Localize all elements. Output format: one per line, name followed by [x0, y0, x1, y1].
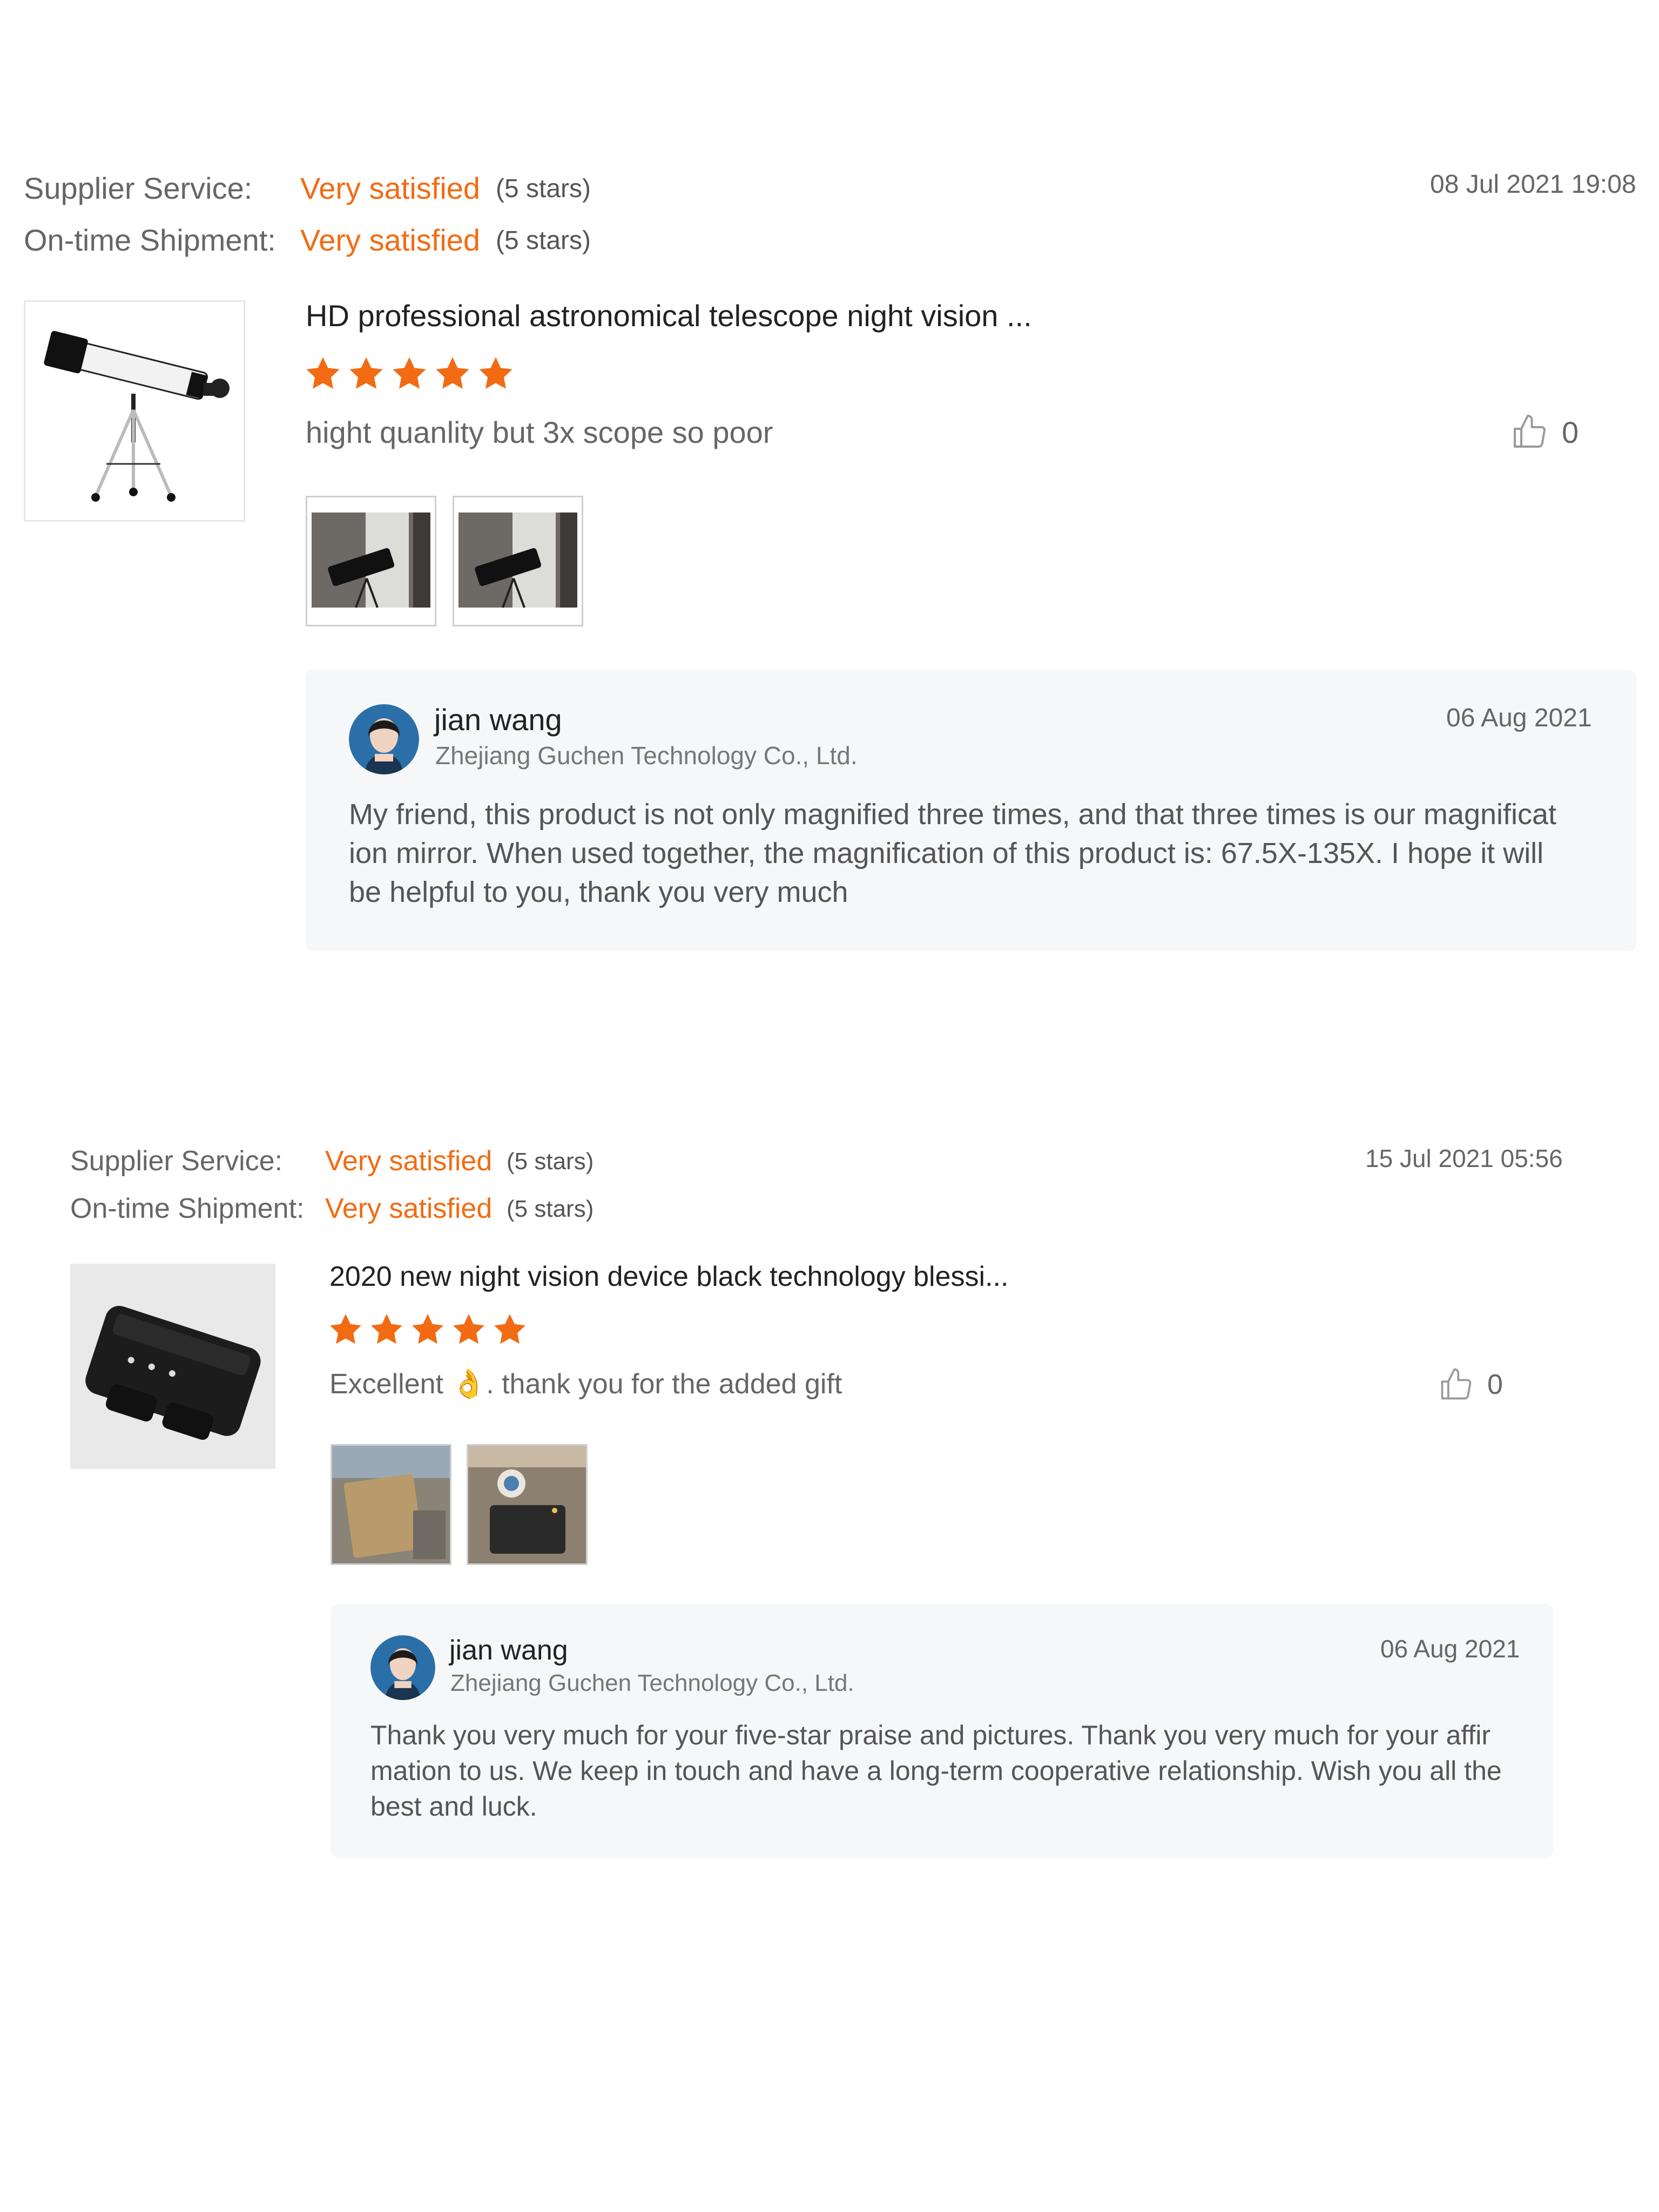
review-photo[interactable]: [331, 1444, 451, 1565]
seller-reply: jian wang Zhejiang Guchen Technology Co.…: [331, 1604, 1553, 1858]
product-image-telescope[interactable]: [24, 300, 245, 522]
review-photo[interactable]: [306, 496, 436, 626]
product-title[interactable]: HD professional astronomical telescope n…: [306, 298, 1032, 333]
reply-company: Zhejiang Guchen Technology Co., Ltd.: [435, 741, 858, 770]
photo-device-box: [468, 1446, 586, 1563]
star-icon: [349, 357, 383, 389]
telescope-illustration: [25, 302, 244, 520]
star-icon: [436, 357, 469, 389]
avatar: [349, 704, 419, 774]
reply-author-name: jian wang: [449, 1635, 568, 1666]
supplier-service-label: Supplier Service:: [24, 171, 253, 205]
like-count: 0: [1487, 1369, 1503, 1400]
thumbs-up-icon: [1441, 1368, 1472, 1400]
star-icon: [412, 1314, 443, 1344]
avatar: [370, 1635, 435, 1700]
photo-package: [332, 1446, 450, 1563]
reply-date: 06 Aug 2021: [1446, 704, 1592, 732]
star-icon: [306, 357, 340, 389]
review-comment: hight quanlity but 3x scope so poor: [306, 415, 773, 449]
supplier-service-rating: Very satisfied: [300, 171, 481, 205]
reply-date: 06 Aug 2021: [1380, 1635, 1520, 1663]
shipment-rating: Very satisfied: [300, 223, 481, 257]
star-icon: [371, 1314, 402, 1344]
shipment-stars: (5 stars): [496, 226, 591, 255]
night-vision-device-illustration: [72, 1265, 274, 1467]
review-photo[interactable]: [467, 1444, 588, 1565]
like-count: 0: [1562, 415, 1579, 449]
shipment-label: On-time Shipment:: [24, 223, 276, 257]
like-button[interactable]: 0: [1438, 1366, 1503, 1403]
avatar-image: [349, 704, 419, 774]
reply-company: Zhejiang Guchen Technology Co., Ltd.: [450, 1670, 854, 1696]
reply-author-name: jian wang: [434, 703, 562, 737]
like-button[interactable]: 0: [1510, 413, 1579, 451]
product-image-night-vision[interactable]: [70, 1264, 275, 1469]
rating-stars: [304, 354, 515, 393]
review-card: Supplier Service: Very satisfied (5 star…: [0, 1080, 1659, 1890]
star-icon: [330, 1314, 361, 1344]
supplier-service-rating: Very satisfied: [325, 1145, 493, 1177]
review-photo[interactable]: [453, 496, 583, 626]
seller-reply: jian wang Zhejiang Guchen Technology Co.…: [306, 670, 1636, 952]
reply-text: My friend, this product is not only magn…: [349, 798, 1557, 908]
star-icon: [393, 357, 426, 389]
avatar-image: [370, 1635, 435, 1700]
thumbs-up-icon: [1514, 415, 1546, 448]
supplier-service-stars: (5 stars): [496, 174, 591, 203]
product-title[interactable]: 2020 new night vision device black techn…: [329, 1260, 1008, 1293]
review-date: 15 Jul 2021 05:56: [1365, 1144, 1563, 1172]
star-icon: [453, 1314, 484, 1344]
photo-telescope-window: [307, 497, 435, 625]
shipment-stars: (5 stars): [507, 1196, 594, 1222]
review-date: 08 Jul 2021 19:08: [1430, 170, 1636, 199]
star-icon: [494, 1314, 525, 1344]
reply-text: Thank you very much for your five-star p…: [370, 1720, 1502, 1822]
rating-stars: [327, 1311, 528, 1348]
review-card: Supplier Service: Very satisfied (5 star…: [0, 0, 1659, 972]
star-icon: [479, 357, 512, 389]
shipment-label: On-time Shipment:: [70, 1193, 305, 1224]
photo-telescope-window: [454, 497, 582, 625]
shipment-rating: Very satisfied: [325, 1193, 493, 1224]
supplier-service-label: Supplier Service:: [70, 1145, 283, 1177]
review-comment: Excellent 👌. thank you for the added gif…: [329, 1368, 842, 1400]
supplier-service-stars: (5 stars): [507, 1148, 594, 1175]
